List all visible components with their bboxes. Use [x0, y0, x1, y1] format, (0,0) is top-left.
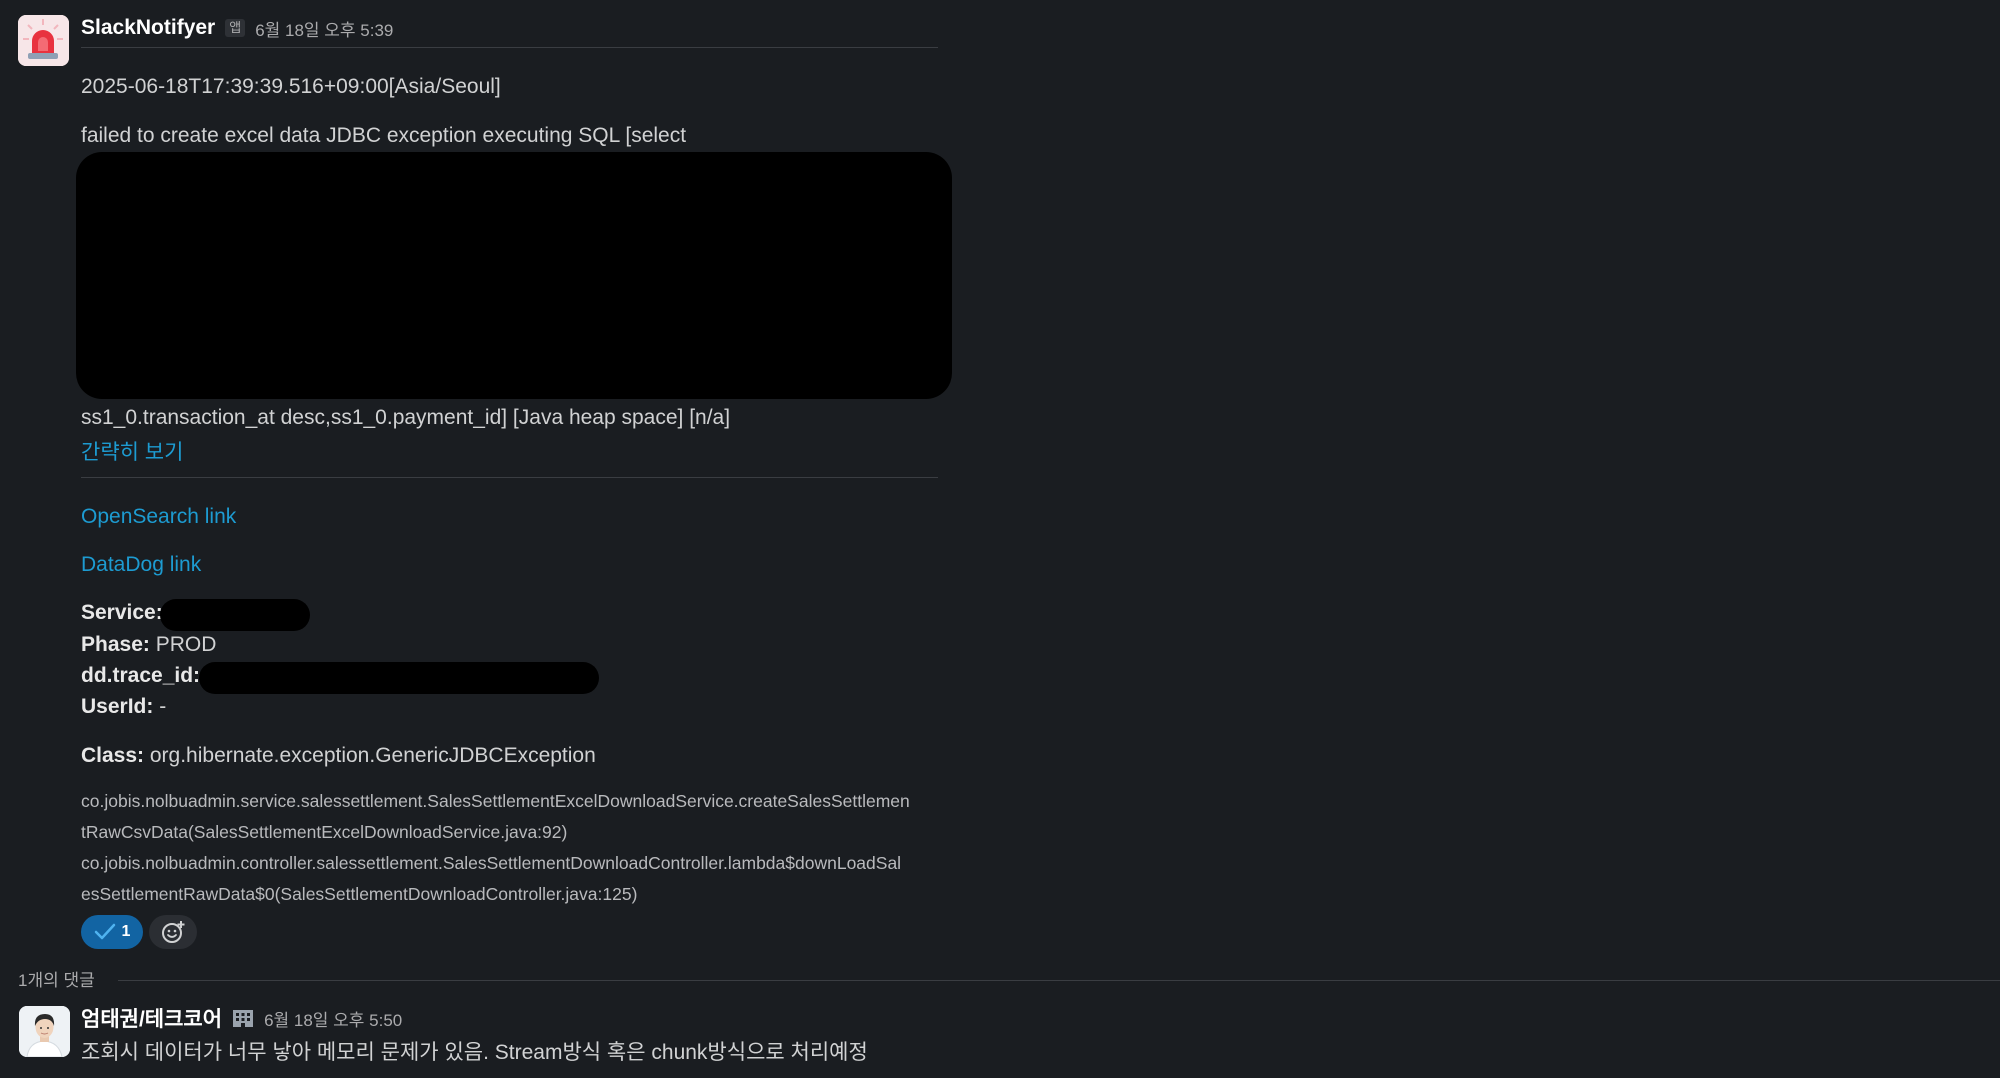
- reply-header: 엄태권/테크코어 6월 18일 오후 5:50: [81, 1002, 402, 1034]
- siren-icon: [18, 15, 69, 66]
- message-header: SlackNotifyer 앱 6월 18일 오후 5:39: [81, 12, 393, 44]
- userid-value: -: [159, 695, 167, 718]
- attachment-divider-mid: [81, 477, 938, 478]
- datadog-link[interactable]: DataDog link: [81, 553, 201, 577]
- app-badge: 앱: [225, 19, 246, 37]
- class-value: org.hibernate.exception.GenericJDBCExcep…: [149, 744, 596, 767]
- class-label: Class:: [81, 744, 145, 767]
- redaction-block-sql: [76, 152, 952, 399]
- add-emoji-icon: [162, 921, 185, 943]
- reply-user-avatar[interactable]: [19, 1006, 70, 1057]
- reply-sender-name[interactable]: 엄태권/테크코어: [81, 1003, 222, 1033]
- redaction-service-value: [160, 599, 310, 631]
- userid-label: UserId:: [81, 695, 154, 718]
- trace-id-label: dd.trace_id:: [81, 664, 201, 687]
- thread-divider: [118, 980, 2000, 981]
- phase-field: Phase: PROD: [81, 633, 216, 657]
- collapse-link[interactable]: 간략히 보기: [81, 436, 183, 466]
- userid-field: UserId: -: [81, 695, 166, 719]
- error-line-1: failed to create excel data JDBC excepti…: [81, 124, 687, 147]
- slacknotifyer-avatar[interactable]: [18, 15, 69, 66]
- error-line-2: ss1_0.transaction_at desc,ss1_0.payment_…: [81, 406, 731, 429]
- add-reaction-button[interactable]: [149, 915, 197, 949]
- message-timestamp[interactable]: 6월 18일 오후 5:39: [255, 16, 393, 41]
- stack-trace: co.jobis.nolbuadmin.service.salessettlem…: [81, 786, 941, 910]
- redaction-trace-id-value: [199, 662, 599, 694]
- service-label: Service:: [81, 601, 163, 624]
- opensearch-link[interactable]: OpenSearch link: [81, 505, 236, 529]
- reply-timestamp[interactable]: 6월 18일 오후 5:50: [264, 1006, 402, 1031]
- reaction-checkmark[interactable]: 1: [81, 915, 143, 949]
- reply-count[interactable]: 1개의 댓글: [18, 966, 95, 991]
- trace-id-field: dd.trace_id:: [81, 664, 200, 688]
- sender-name[interactable]: SlackNotifyer: [81, 16, 215, 40]
- stack-line: co.jobis.nolbuadmin.service.salessettlem…: [81, 791, 910, 811]
- stack-line: co.jobis.nolbuadmin.controller.salessett…: [81, 853, 902, 873]
- service-field: Service:: [81, 601, 163, 625]
- reaction-count: 1: [121, 923, 131, 940]
- stack-line: tRawCsvData(SalesSettlementExcelDownload…: [81, 822, 568, 842]
- stack-line: esSettlementRawData$0(SalesSettlementDow…: [81, 884, 638, 904]
- reply-text: 조회시 데이터가 너무 낳아 메모리 문제가 있음. Stream방식 혹은 c…: [81, 1041, 868, 1064]
- user-photo-icon: [19, 1006, 70, 1057]
- class-field: Class: org.hibernate.exception.GenericJD…: [81, 744, 596, 768]
- phase-value: PROD: [155, 633, 217, 656]
- attachment-divider-top: [81, 47, 938, 48]
- checkmark-icon: [94, 923, 115, 940]
- office-building-icon: [233, 1010, 254, 1027]
- datetime-line: 2025-06-18T17:39:39.516+09:00[Asia/Seoul…: [81, 75, 501, 98]
- phase-label: Phase:: [81, 633, 150, 656]
